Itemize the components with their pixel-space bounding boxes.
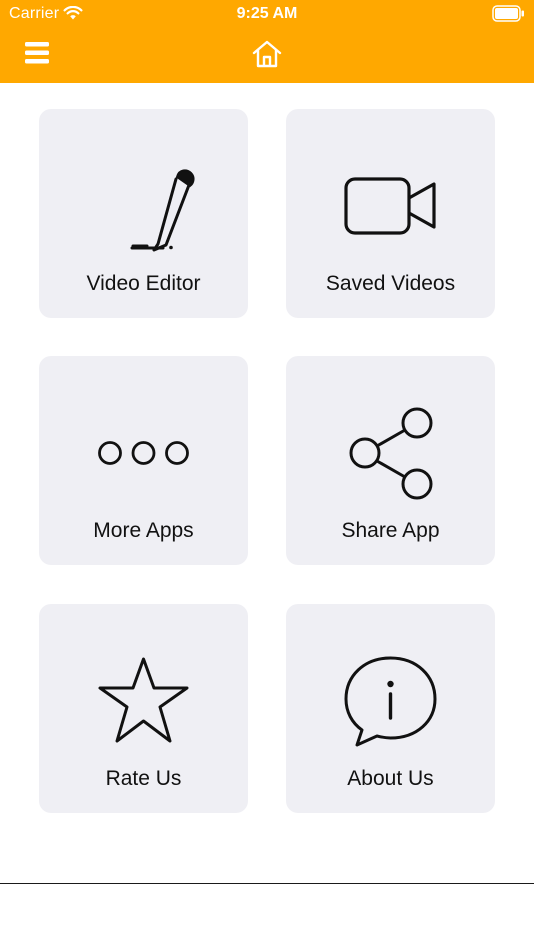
tile-rate-us[interactable]: Rate Us [39,604,248,813]
more-icon [98,441,189,465]
tile-label: About Us [347,767,434,790]
battery-icon [492,5,524,22]
tile-label: More Apps [93,519,194,542]
bottom-divider [0,883,534,884]
share-icon [349,407,433,500]
home-icon[interactable] [251,39,283,69]
hamburger-menu-icon[interactable] [23,40,51,66]
tile-label: Rate Us [105,767,182,790]
star-icon [98,657,189,743]
tile-label: Saved Videos [325,272,456,295]
nav-bar [0,28,534,83]
tile-saved-videos[interactable]: Saved Videos [286,109,495,318]
tile-share-app[interactable]: Share App [286,356,495,565]
pencil-icon [130,169,195,252]
info-icon [344,656,437,747]
top-bar: Carrier 9:25 AM [0,0,534,83]
tile-label: Video Editor [86,272,201,295]
tile-about-us[interactable]: About Us [286,604,495,813]
tile-more-apps[interactable]: More Apps [39,356,248,565]
status-time: 9:25 AM [236,5,298,22]
status-bar: Carrier 9:25 AM [0,0,534,28]
tile-video-editor[interactable]: Video Editor [39,109,248,318]
tile-label: Share App [341,519,440,542]
video-camera-icon [344,177,436,235]
